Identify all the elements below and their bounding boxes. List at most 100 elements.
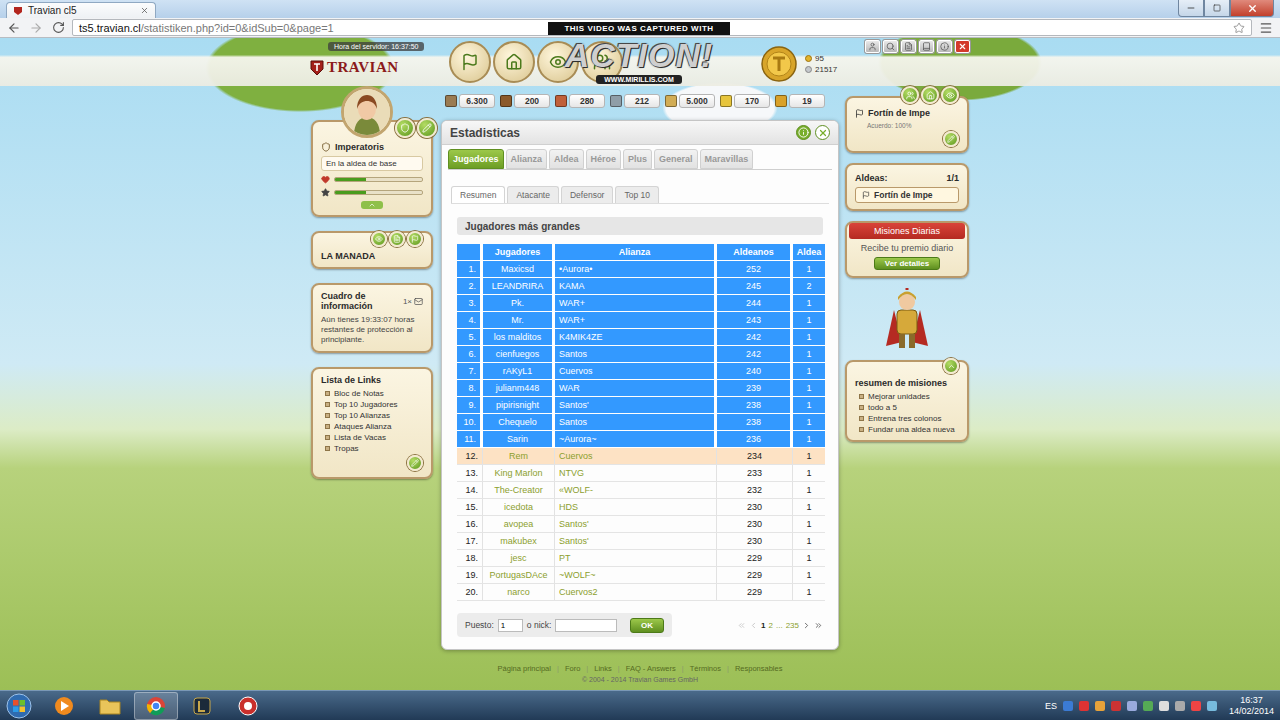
- table-row[interactable]: 17.makubexSantos'2301: [457, 533, 825, 550]
- language-indicator[interactable]: ES: [1045, 701, 1057, 711]
- village-center-button[interactable]: [921, 86, 939, 104]
- table-row[interactable]: 6.cienfuegosSantos2421: [457, 346, 825, 363]
- mission-item[interactable]: Mejorar unidades: [859, 392, 959, 401]
- file-explorer-app[interactable]: [88, 692, 132, 720]
- table-row[interactable]: 20.narcoCuervos22291: [457, 584, 825, 601]
- travian-logo[interactable]: TRAVIAN: [310, 59, 444, 76]
- player-cell[interactable]: icedota: [483, 499, 555, 515]
- tray-app-icon[interactable]: [1159, 701, 1169, 711]
- address-bar[interactable]: ts5.travian.cl/statistiken.php?id=0&idSu…: [72, 19, 1252, 36]
- player-cell[interactable]: Rem: [483, 448, 555, 464]
- link-item[interactable]: Ataques Alianza: [325, 422, 423, 431]
- player-cell[interactable]: makubex: [483, 533, 555, 549]
- footer-link[interactable]: Links: [594, 664, 612, 673]
- player-cell[interactable]: pipirisnight: [483, 397, 555, 413]
- alliance-cell[interactable]: Santos': [555, 516, 717, 532]
- table-row[interactable]: 12.RemCuervos2341: [457, 448, 825, 465]
- alliance-cell[interactable]: K4MIK4ZE: [555, 329, 717, 345]
- table-row[interactable]: 14.The-Creator«WOLF-2321: [457, 482, 825, 499]
- player-cell[interactable]: LEANDRIRA: [483, 278, 555, 294]
- alliance-cell[interactable]: ~Aurora~: [555, 431, 717, 447]
- alliance-cell[interactable]: Cuervos: [555, 363, 717, 379]
- tray-app-icon[interactable]: [1063, 701, 1073, 711]
- missions-toggle-button[interactable]: [943, 358, 959, 374]
- player-cell[interactable]: Mr.: [483, 312, 555, 328]
- tray-app-icon[interactable]: [1175, 701, 1185, 711]
- subtab[interactable]: Defensor: [561, 186, 614, 203]
- table-row[interactable]: 5.los malditosK4MIK4ZE2421: [457, 329, 825, 346]
- alliance-cell[interactable]: WAR+: [555, 312, 717, 328]
- messages-button[interactable]: [919, 40, 934, 53]
- alliance-cell[interactable]: Cuervos: [555, 448, 717, 464]
- subtab[interactable]: Atacante: [507, 186, 559, 203]
- village-item[interactable]: Fortín de Impe: [855, 187, 959, 203]
- clock[interactable]: 16:3714/02/2014: [1229, 695, 1274, 717]
- link-item[interactable]: Tropas: [325, 444, 423, 453]
- alliance-cell[interactable]: Santos': [555, 397, 717, 413]
- tray-app-icon[interactable]: [1111, 701, 1121, 711]
- table-row[interactable]: 13.King MarlonNTVG2331: [457, 465, 825, 482]
- nick-input[interactable]: [555, 619, 617, 632]
- start-button[interactable]: [4, 692, 34, 720]
- minimize-button[interactable]: [1178, 0, 1204, 17]
- player-cell[interactable]: cienfuegos: [483, 346, 555, 362]
- subtab[interactable]: Resumen: [451, 186, 505, 203]
- alliance-cell[interactable]: NTVG: [555, 465, 717, 481]
- table-row[interactable]: 3.Pk.WAR+2441: [457, 295, 825, 312]
- alliance-cell[interactable]: Santos: [555, 414, 717, 430]
- game-client-app[interactable]: [180, 692, 224, 720]
- close-window-button[interactable]: [1230, 0, 1274, 17]
- chrome-app[interactable]: [134, 692, 178, 720]
- hero-edit-button[interactable]: [417, 118, 437, 138]
- alliance-name[interactable]: LA MANADA: [321, 251, 423, 261]
- player-cell[interactable]: rAKyL1: [483, 363, 555, 379]
- collapse-button[interactable]: [361, 201, 383, 209]
- tab[interactable]: Alianza: [506, 149, 548, 169]
- player-cell[interactable]: Chequelo: [483, 414, 555, 430]
- map-nav-button[interactable]: [537, 41, 579, 83]
- table-row[interactable]: 16.avopeaSantos'2301: [457, 516, 825, 533]
- profile-button[interactable]: [865, 40, 880, 53]
- footer-link[interactable]: Términos: [690, 664, 721, 673]
- alliance-cell[interactable]: Santos: [555, 346, 717, 362]
- table-row[interactable]: 11.Sarin~Aurora~2361: [457, 431, 825, 448]
- hero-name[interactable]: Imperatoris: [321, 142, 423, 152]
- link-item[interactable]: Top 10 Alianzas: [325, 411, 423, 420]
- player-cell[interactable]: Maxicsd: [483, 261, 555, 277]
- player-cell[interactable]: narco: [483, 584, 555, 600]
- recorder-app[interactable]: [226, 692, 270, 720]
- table-row[interactable]: 4.Mr.WAR+2431: [457, 312, 825, 329]
- quest-giver[interactable]: [845, 288, 969, 350]
- last-page-button[interactable]: [814, 621, 823, 630]
- ok-button[interactable]: OK: [630, 618, 664, 633]
- logout-button[interactable]: [955, 40, 970, 53]
- player-cell[interactable]: PortugasDAce: [483, 567, 555, 583]
- player-cell[interactable]: los malditos: [483, 329, 555, 345]
- player-cell[interactable]: Sarin: [483, 431, 555, 447]
- tray-app-icon[interactable]: [1095, 701, 1105, 711]
- back-button[interactable]: [6, 20, 22, 36]
- forward-button[interactable]: [28, 20, 44, 36]
- alliance-forum-button[interactable]: [389, 231, 405, 247]
- footer-link[interactable]: FAQ - Answers: [626, 664, 676, 673]
- player-cell[interactable]: King Marlon: [483, 465, 555, 481]
- table-row[interactable]: 15.icedotaHDS2301: [457, 499, 825, 516]
- village-name[interactable]: Fortín de Impe: [855, 108, 959, 118]
- alliance-overview-button[interactable]: [371, 231, 387, 247]
- alliance-cell[interactable]: «WOLF-: [555, 482, 717, 498]
- village-overview-button[interactable]: [901, 86, 919, 104]
- edit-links-button[interactable]: [407, 455, 423, 471]
- tray-app-icon[interactable]: [1191, 701, 1201, 711]
- table-row[interactable]: 7.rAKyL1Cuervos2401: [457, 363, 825, 380]
- reports-button[interactable]: [901, 40, 916, 53]
- alliance-cell[interactable]: WAR: [555, 380, 717, 396]
- details-button[interactable]: Ver detalles: [874, 257, 940, 270]
- tray-app-icon[interactable]: [1143, 701, 1153, 711]
- page-link[interactable]: 1: [761, 621, 765, 630]
- table-row[interactable]: 18.jescPT2291: [457, 550, 825, 567]
- tab[interactable]: Aldea: [549, 149, 584, 169]
- alliance-cell[interactable]: HDS: [555, 499, 717, 515]
- player-cell[interactable]: jesc: [483, 550, 555, 566]
- mission-item[interactable]: Fundar una aldea nueva: [859, 425, 959, 434]
- table-row[interactable]: 9.pipirisnightSantos'2381: [457, 397, 825, 414]
